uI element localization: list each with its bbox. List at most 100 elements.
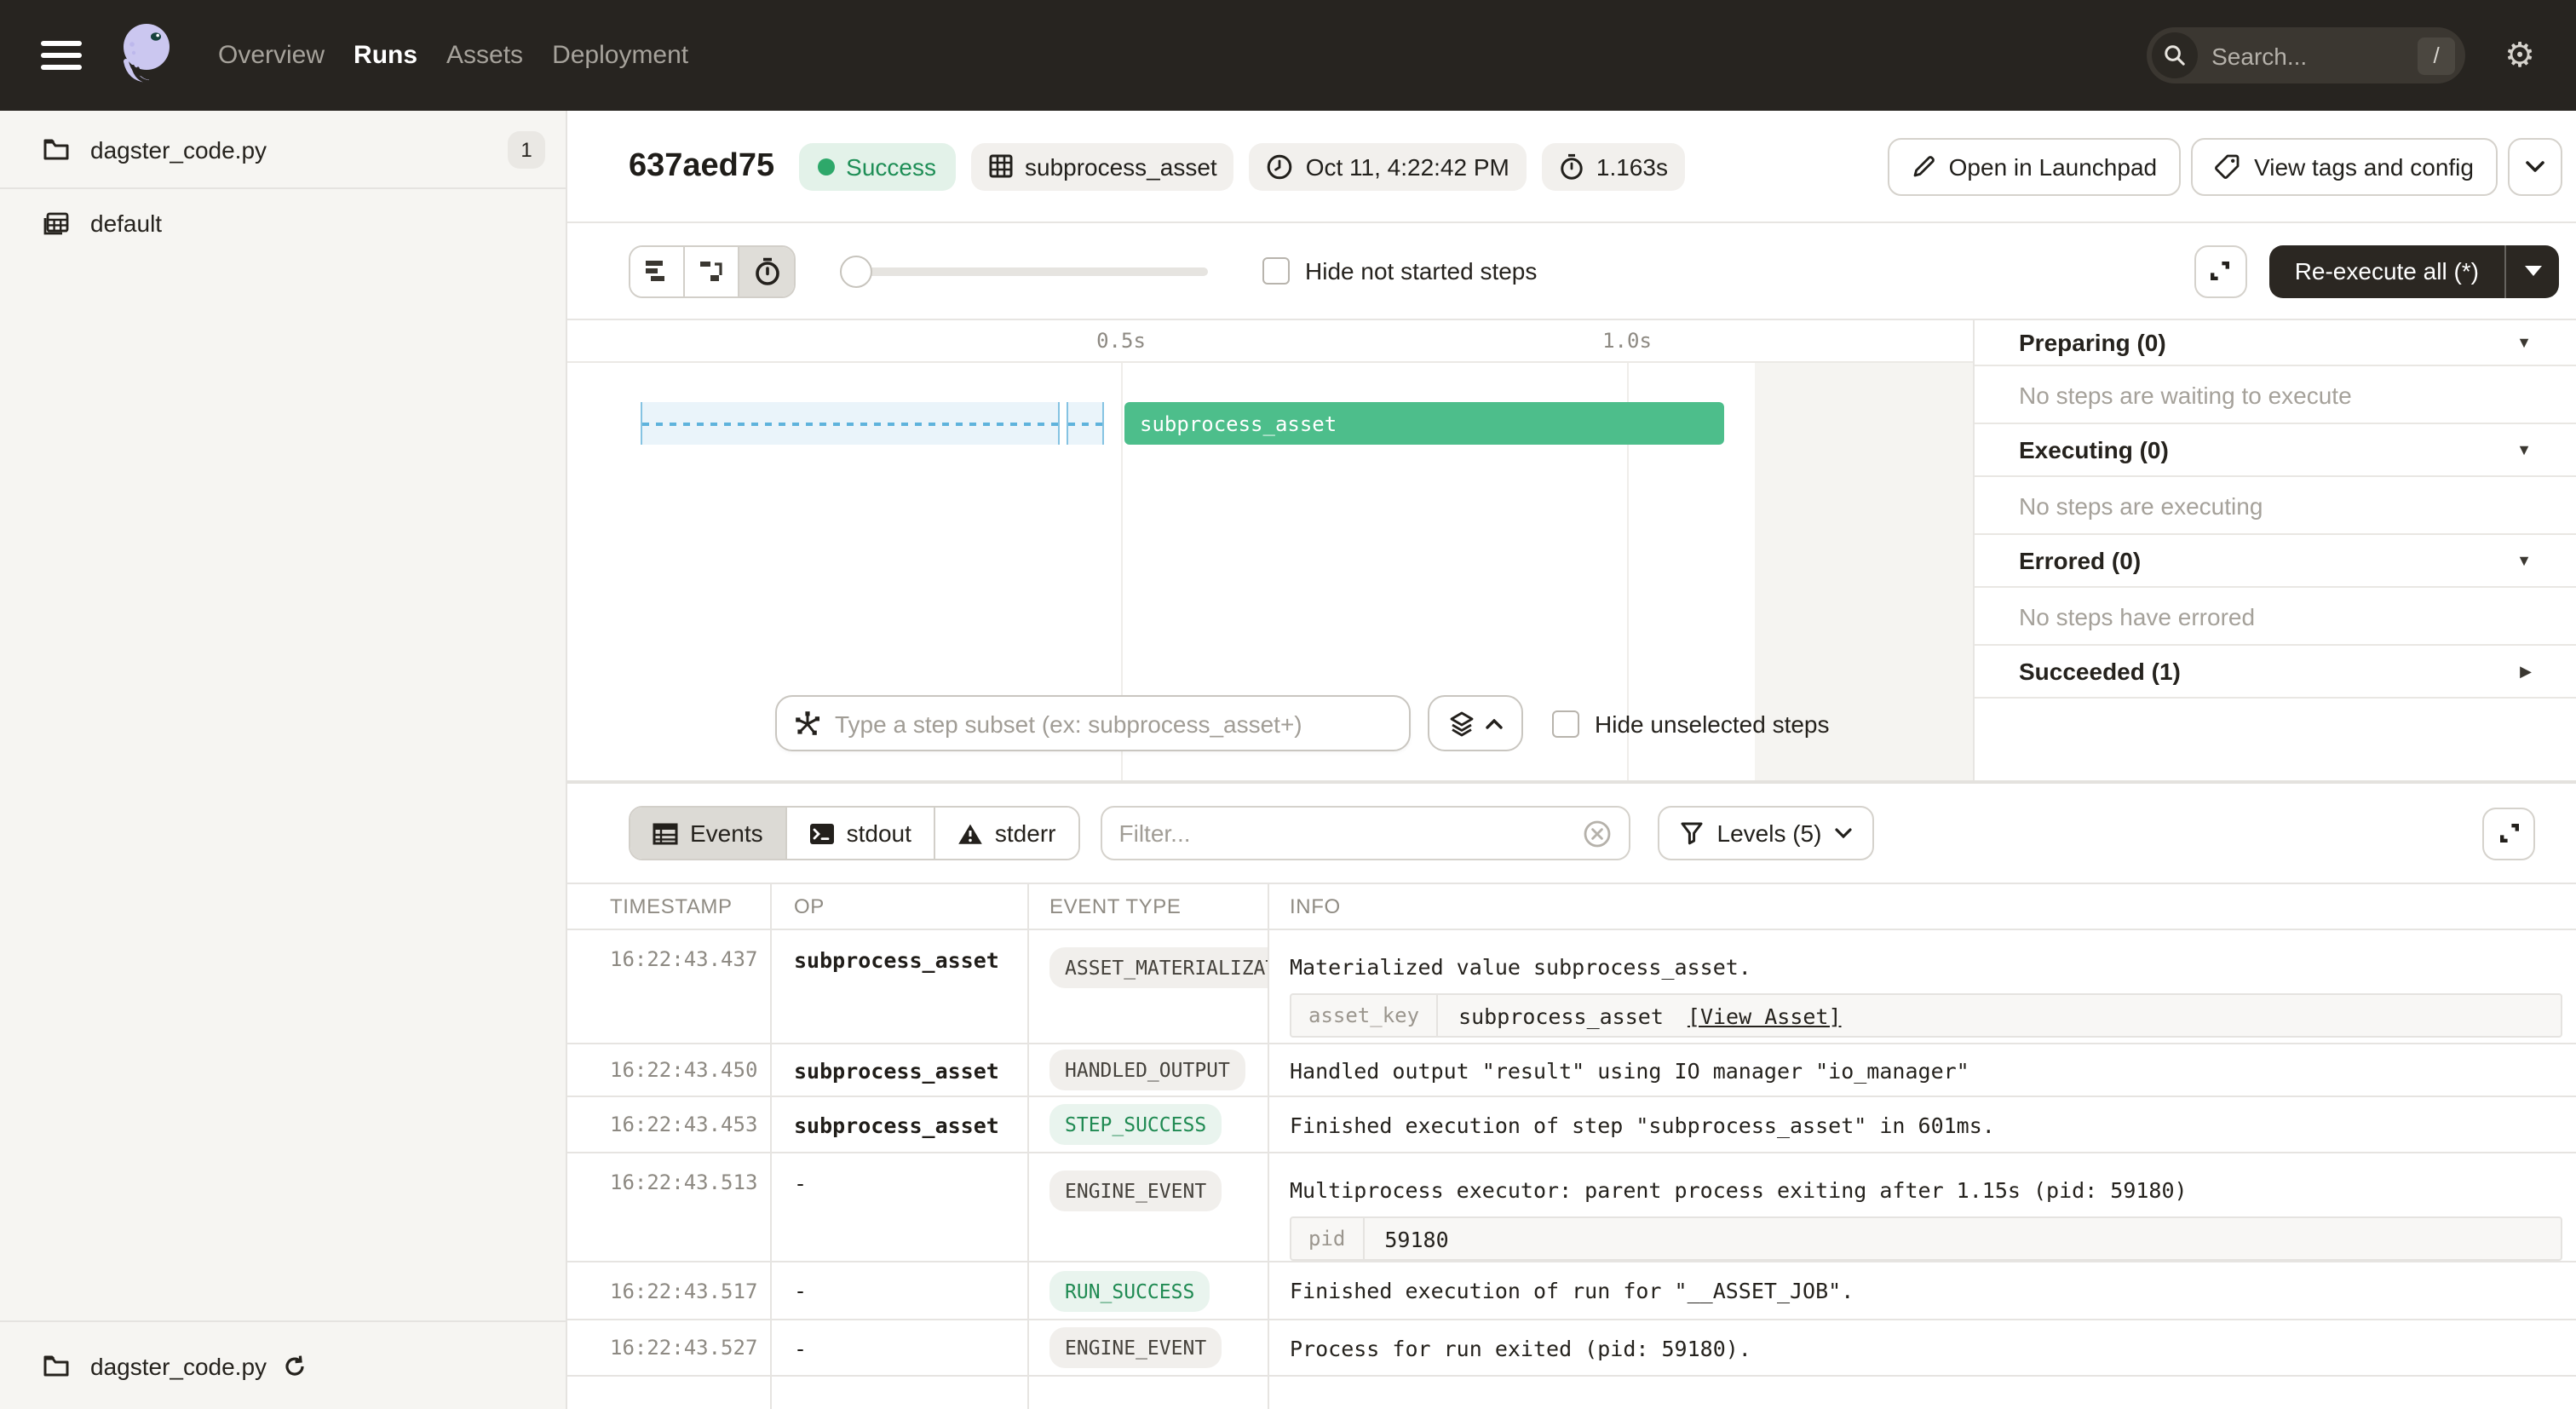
step-waiting-region — [1067, 402, 1104, 445]
table-row[interactable]: 16:22:43.450 subprocess_asset HANDLED_OU… — [567, 1044, 2576, 1097]
nav-item-assets[interactable]: Assets — [446, 41, 523, 70]
metadata-key: asset_key — [1291, 995, 1438, 1036]
panel-section-executing[interactable]: Executing (0) ▼ — [1975, 424, 2576, 477]
gantt-time-axis: 0.5s 1.0s — [567, 320, 1973, 363]
stopwatch-view-icon — [752, 256, 781, 285]
hide-unselected-toggle[interactable]: Hide unselected steps — [1552, 710, 1830, 737]
clear-filter-icon[interactable] — [1583, 819, 1612, 848]
run-duration: 1.163s — [1542, 142, 1685, 190]
log-toolbar: Events stdout stderr — [567, 784, 2576, 883]
reexecute-all-button[interactable]: Re-execute all (*) — [2269, 244, 2559, 297]
panel-empty-text: No steps are executing — [1975, 477, 2576, 535]
step-subset-field[interactable] — [775, 695, 1411, 751]
event-type-badge: STEP_SUCCESS — [1049, 1104, 1222, 1145]
waterfall-view-icon — [698, 258, 725, 284]
event-type-badge: RUN_SUCCESS — [1049, 1270, 1210, 1311]
panel-section-succeeded[interactable]: Succeeded (1) ▶ — [1975, 646, 2576, 699]
job-label: default — [90, 210, 162, 237]
pencil-icon — [1912, 154, 1935, 178]
search-input[interactable] — [2211, 42, 2418, 69]
global-search[interactable]: / — [2147, 27, 2465, 83]
metadata-entry: pid 59180 — [1290, 1216, 2562, 1261]
caret-down-icon: ▼ — [2516, 552, 2532, 569]
table-row[interactable]: 16:22:43.513 - ENGINE_EVENT Multiprocess… — [567, 1153, 2576, 1262]
terminal-icon — [809, 822, 835, 844]
tag-icon — [2215, 153, 2240, 179]
event-type-badge: ENGINE_EVENT — [1049, 1327, 1222, 1368]
table-row[interactable]: 16:22:43.437 subprocess_asset ASSET_MATE… — [567, 930, 2576, 1044]
layers-icon — [1448, 710, 1475, 737]
run-asset-tag[interactable]: subprocess_asset — [970, 142, 1234, 190]
event-info: Finished execution of run for "__ASSET_J… — [1269, 1262, 2576, 1319]
stopwatch-icon — [1559, 152, 1584, 180]
op-selector-icon — [794, 710, 821, 737]
table-row[interactable]: 16:22:43.517 - RUN_SUCCESS Finished exec… — [567, 1262, 2576, 1320]
log-filter-input[interactable] — [1119, 820, 1583, 847]
panel-section-preparing[interactable]: Preparing (0) ▼ — [1975, 320, 2576, 366]
settings-gear-icon[interactable]: ⚙ — [2504, 38, 2535, 72]
event-info: Multiprocess executor: parent process ex… — [1290, 1153, 2576, 1203]
view-mode-flat-button[interactable] — [630, 246, 685, 296]
top-nav: Overview Runs Assets Deployment / ⚙ — [0, 0, 2576, 111]
log-filter-field[interactable] — [1101, 806, 1630, 860]
view-mode-waterfall-button[interactable] — [685, 246, 739, 296]
tab-stderr[interactable]: stderr — [935, 808, 1078, 859]
caret-down-icon — [2524, 266, 2541, 276]
view-tags-config-button[interactable]: View tags and config — [2191, 137, 2498, 195]
expand-icon — [2497, 821, 2521, 845]
step-status-panel: Preparing (0) ▼ No steps are waiting to … — [1973, 320, 2576, 780]
reexecute-dropdown-button[interactable] — [2506, 244, 2559, 297]
sidebar-item-default[interactable]: default — [0, 189, 566, 257]
gantt-chart: 0.5s 1.0s subprocess_asset — [567, 320, 1973, 780]
gantt-controls: Hide not started steps Re-execute all (*… — [567, 223, 2576, 320]
panel-empty-text: No steps have errored — [1975, 588, 2576, 646]
hamburger-menu-icon[interactable] — [41, 34, 82, 77]
open-in-launchpad-button[interactable]: Open in Launchpad — [1888, 137, 2181, 195]
gantt-view-mode-group — [629, 244, 796, 297]
hide-unselected-checkbox[interactable] — [1552, 710, 1579, 737]
axis-tick: 0.5s — [1096, 329, 1146, 353]
nav-item-deployment[interactable]: Deployment — [552, 41, 688, 70]
reload-icon[interactable] — [282, 1354, 306, 1377]
chevron-down-icon — [1835, 828, 1852, 838]
gantt-section: 0.5s 1.0s subprocess_asset — [567, 320, 2576, 784]
nav-item-overview[interactable]: Overview — [218, 41, 325, 70]
gantt-zoom-slider[interactable] — [843, 267, 1208, 275]
asset-grid-icon — [987, 153, 1013, 179]
tab-stdout[interactable]: stdout — [787, 808, 935, 859]
view-mode-timing-button[interactable] — [739, 246, 794, 296]
step-subset-row: Hide unselected steps — [567, 695, 1973, 751]
expand-icon — [2209, 259, 2233, 283]
table-row[interactable]: 16:22:43.527 - ENGINE_EVENT Process for … — [567, 1320, 2576, 1377]
run-actions-dropdown-button[interactable] — [2508, 137, 2562, 195]
sidebar-footer-code-location[interactable]: dagster_code.py — [0, 1320, 566, 1409]
hide-not-started-toggle[interactable]: Hide not started steps — [1262, 257, 1537, 285]
levels-filter-button[interactable]: Levels (5) — [1658, 806, 1875, 860]
nav-item-runs[interactable]: Runs — [354, 41, 417, 70]
step-subset-input[interactable] — [835, 710, 1392, 737]
gantt-fullscreen-button[interactable] — [2194, 244, 2247, 297]
hide-not-started-checkbox[interactable] — [1262, 257, 1290, 285]
event-info: Process for run exited (pid: 59180). — [1269, 1320, 2576, 1375]
view-asset-link[interactable]: [View Asset] — [1688, 1003, 1842, 1028]
tab-events[interactable]: Events — [630, 808, 787, 859]
gantt-step-bar[interactable]: subprocess_asset — [1124, 402, 1724, 445]
chevron-down-icon — [2525, 159, 2545, 173]
panel-section-errored[interactable]: Errored (0) ▼ — [1975, 535, 2576, 588]
event-type-badge: ASSET_MATERIALIZAT… — [1049, 947, 1269, 988]
event-type-badge: HANDLED_OUTPUT — [1049, 1050, 1245, 1090]
sidebar-code-location[interactable]: dagster_code.py 1 — [0, 111, 566, 189]
dagster-logo-icon[interactable] — [109, 16, 181, 95]
warning-triangle-icon — [957, 822, 983, 844]
event-info: Handled output "result" using IO manager… — [1269, 1044, 2576, 1096]
run-start-time: Oct 11, 4:22:42 PM — [1250, 142, 1527, 190]
search-icon — [2152, 32, 2198, 78]
slider-knob[interactable] — [840, 255, 872, 287]
event-info: Finished execution of step "subprocess_a… — [1269, 1097, 2576, 1152]
caret-down-icon: ▼ — [2516, 334, 2532, 351]
table-row[interactable]: 16:22:43.453 subprocess_asset STEP_SUCCE… — [567, 1097, 2576, 1153]
log-fullscreen-button[interactable] — [2482, 807, 2535, 860]
log-section: Events stdout stderr — [567, 784, 2576, 1409]
graph-query-toggle-button[interactable] — [1428, 695, 1523, 751]
step-waiting-region — [641, 402, 1060, 445]
